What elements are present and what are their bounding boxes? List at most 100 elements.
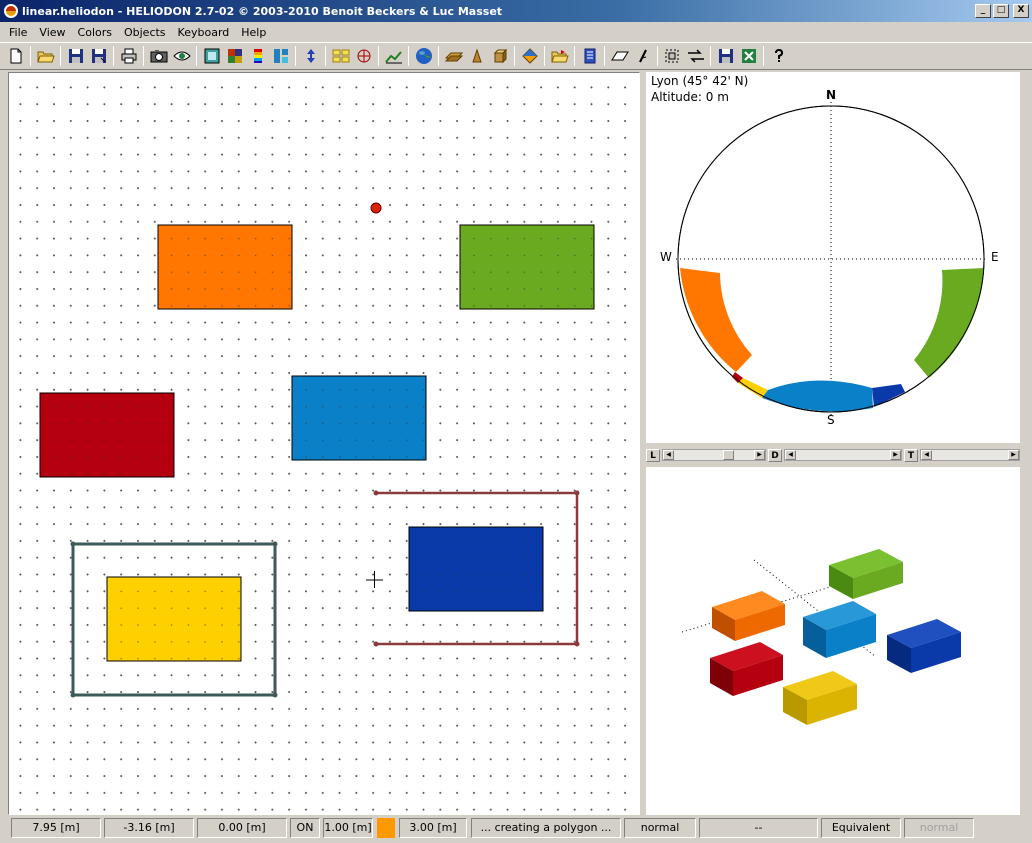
building-blue[interactable] bbox=[291, 375, 427, 461]
toolbar-separator bbox=[378, 46, 379, 66]
status-mode-1: normal bbox=[624, 818, 696, 838]
menu-colors[interactable]: Colors bbox=[72, 24, 118, 41]
3d-box-yellow[interactable] bbox=[783, 671, 857, 725]
title-bar: linear.heliodon - HELIODON 2.7-02 © 2003… bbox=[0, 0, 1032, 22]
frame-icon[interactable] bbox=[200, 45, 223, 67]
toolbar-separator bbox=[574, 46, 575, 66]
diamond-icon[interactable] bbox=[518, 45, 541, 67]
menu-file[interactable]: File bbox=[3, 24, 33, 41]
window-title: linear.heliodon - HELIODON 2.7-02 © 2003… bbox=[22, 4, 503, 18]
new-file-icon[interactable] bbox=[4, 45, 27, 67]
left-arrow-icon[interactable]: ◀ bbox=[663, 450, 674, 460]
date-slider-label: D bbox=[768, 448, 782, 462]
status-mode-4: normal bbox=[904, 818, 974, 838]
building-red[interactable] bbox=[39, 392, 175, 478]
latitude-slider-thumb[interactable] bbox=[723, 450, 734, 460]
select-icon[interactable] bbox=[661, 45, 684, 67]
minimize-button[interactable]: _ bbox=[975, 4, 991, 18]
save-icon[interactable] bbox=[64, 45, 87, 67]
3d-box-red[interactable] bbox=[710, 642, 783, 696]
right-arrow-icon[interactable]: ▶ bbox=[1008, 450, 1019, 460]
right-arrow-icon[interactable]: ▶ bbox=[890, 450, 901, 460]
slash-tool-icon[interactable] bbox=[631, 45, 654, 67]
polar-icon[interactable] bbox=[352, 45, 375, 67]
status-z-coordinate: 0.00 [m] bbox=[197, 818, 287, 838]
left-arrow-icon[interactable]: ◀ bbox=[921, 450, 932, 460]
status-color-swatch bbox=[377, 818, 395, 838]
sun-position-point[interactable] bbox=[370, 202, 382, 214]
toolbar-separator bbox=[113, 46, 114, 66]
status-mode-3: Equivalent bbox=[821, 818, 901, 838]
3d-box-orange[interactable] bbox=[712, 591, 785, 641]
toolbar-separator bbox=[143, 46, 144, 66]
parallelogram-icon[interactable] bbox=[608, 45, 631, 67]
right-arrow-icon[interactable]: ▶ bbox=[754, 450, 765, 460]
time-slider[interactable]: ◀ ▶ bbox=[920, 449, 1020, 461]
menu-help[interactable]: Help bbox=[235, 24, 272, 41]
toolbar-separator bbox=[438, 46, 439, 66]
building-orange[interactable] bbox=[157, 224, 293, 310]
help-icon[interactable] bbox=[767, 45, 790, 67]
plane-tool-icon[interactable] bbox=[442, 45, 465, 67]
print-icon[interactable] bbox=[117, 45, 140, 67]
toolbar bbox=[0, 42, 1032, 70]
arrows-icon[interactable] bbox=[684, 45, 707, 67]
latitude-slider[interactable]: ◀ ▶ bbox=[662, 449, 766, 461]
plan-view-canvas[interactable] bbox=[8, 72, 640, 815]
box-tool-icon[interactable] bbox=[488, 45, 511, 67]
toolbar-separator bbox=[514, 46, 515, 66]
color-scale-icon[interactable] bbox=[246, 45, 269, 67]
crosshair-cursor-icon bbox=[366, 571, 383, 588]
document-icon[interactable] bbox=[578, 45, 601, 67]
menu-objects[interactable]: Objects bbox=[118, 24, 172, 41]
latitude-slider-label: L bbox=[646, 448, 660, 462]
disk-icon[interactable] bbox=[714, 45, 737, 67]
swap-vertical-icon[interactable] bbox=[299, 45, 322, 67]
status-x-coordinate: 7.95 [m] bbox=[11, 818, 101, 838]
globe-icon[interactable] bbox=[412, 45, 435, 67]
tile-view-icon[interactable] bbox=[269, 45, 292, 67]
status-height: 3.00 [m] bbox=[399, 818, 467, 838]
eye-icon[interactable] bbox=[170, 45, 193, 67]
app-icon[interactable] bbox=[3, 3, 19, 19]
east-label: E bbox=[991, 250, 999, 264]
date-slider[interactable]: ◀ ▶ bbox=[784, 449, 902, 461]
sun-diagram-svg bbox=[676, 102, 986, 416]
camera-icon[interactable] bbox=[147, 45, 170, 67]
plan-view-drawing[interactable] bbox=[9, 73, 640, 815]
grid-view-icon[interactable] bbox=[329, 45, 352, 67]
menu-bar: File View Colors Objects Keyboard Help bbox=[0, 22, 1032, 42]
left-arrow-icon[interactable]: ◀ bbox=[785, 450, 796, 460]
sun-path-diagram[interactable]: Lyon (45° 42' N) Altitude: 0 m N S W E bbox=[646, 72, 1020, 443]
3d-box-blue[interactable] bbox=[803, 601, 876, 658]
folder-open-icon[interactable] bbox=[548, 45, 571, 67]
building-green[interactable] bbox=[459, 224, 595, 310]
save-as-icon[interactable] bbox=[87, 45, 110, 67]
excel-icon[interactable] bbox=[737, 45, 760, 67]
color-grid-icon[interactable] bbox=[223, 45, 246, 67]
toolbar-separator bbox=[657, 46, 658, 66]
toolbar-separator bbox=[763, 46, 764, 66]
toolbar-separator bbox=[325, 46, 326, 66]
building-navy[interactable] bbox=[408, 526, 544, 612]
status-message: ... creating a polygon ... bbox=[471, 818, 621, 838]
open-folder-icon[interactable] bbox=[34, 45, 57, 67]
menu-view[interactable]: View bbox=[33, 24, 71, 41]
3d-box-navy[interactable] bbox=[887, 619, 961, 673]
maximize-button[interactable]: □ bbox=[993, 4, 1009, 18]
menu-keyboard[interactable]: Keyboard bbox=[172, 24, 236, 41]
slider-row: L ◀ ▶ D ◀ ▶ T ◀ ▶ bbox=[646, 448, 1020, 462]
south-label: S bbox=[827, 413, 835, 427]
3d-box-green[interactable] bbox=[829, 549, 903, 599]
close-button[interactable]: X bbox=[1013, 4, 1029, 18]
3d-view-drawing bbox=[681, 549, 961, 725]
wedge-tool-icon[interactable] bbox=[465, 45, 488, 67]
status-bar: 7.95 [m] -3.16 [m] 0.00 [m] ON 1.00 [m] … bbox=[0, 815, 1032, 843]
building-yellow[interactable] bbox=[106, 576, 242, 662]
time-slider-label: T bbox=[904, 448, 918, 462]
chart-icon[interactable] bbox=[382, 45, 405, 67]
3d-view-canvas[interactable] bbox=[646, 467, 1020, 815]
toolbar-separator bbox=[408, 46, 409, 66]
toolbar-separator bbox=[196, 46, 197, 66]
status-snap: ON bbox=[290, 818, 320, 838]
